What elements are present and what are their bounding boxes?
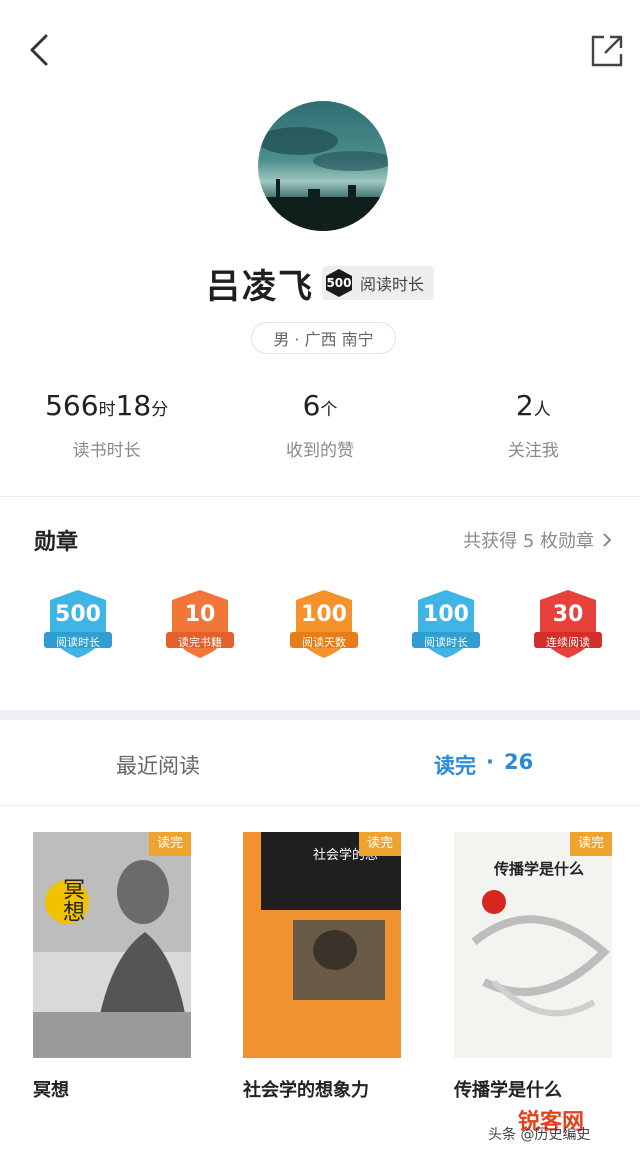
medal-label: 阅读时长 [424,636,468,649]
finished-tag: 读完 [359,832,401,856]
avatar-image [258,101,388,231]
book-card[interactable]: 冥想 读完 冥想 [33,832,191,1102]
stat-label: 收到的赞 [285,441,354,461]
user-name: 吕凌飞 [205,266,314,307]
medal-badge[interactable]: 500 阅读时长 [40,586,116,662]
location-pill: 男 · 广西 南宁 [251,322,396,354]
top-bar [0,0,640,100]
tab-finished-count: 26 [503,750,534,774]
tab-recent-reading[interactable]: 最近阅读 [116,750,200,780]
level-label: 阅读时长 [359,275,424,294]
watermark-text: 头条 @历史编史 [488,1127,591,1143]
back-button[interactable] [22,30,62,70]
chevron-right-icon [603,533,612,547]
book-title: 社会学的想象力 [243,1080,369,1101]
cover-text: 传播学是什么 [494,860,585,878]
finished-tag: 读完 [570,832,612,856]
book-cover: 传播学是什么 读完 [454,832,612,1058]
stat-label: 关注我 [507,441,559,461]
stat-likes[interactable]: 6个 收到的赞 [213,386,426,466]
book-title: 冥想 [33,1080,69,1101]
reading-tabs: 最近阅读 读完 · 26 [0,720,640,806]
medal-badge[interactable]: 10 读完书籍 [162,586,238,662]
medal-label: 阅读天数 [302,636,346,649]
divider [0,496,640,497]
book-title: 传播学是什么 [454,1080,562,1101]
stat-value: 566时18分 [45,389,169,422]
divider [0,805,640,806]
medal-badge[interactable]: 100 阅读天数 [286,586,362,662]
share-button[interactable] [586,30,626,70]
medals-summary: 共获得 5 枚勋章 [463,531,594,552]
watermark: 锐客网 头条 @历史编史 [488,1109,640,1148]
cover-text: 冥想 [59,878,84,922]
book-card[interactable]: 社会学的想 读完 社会学的想象力 [243,832,401,1102]
medal-badge[interactable]: 100 阅读时长 [408,586,484,662]
medal-number: 500 [55,602,101,627]
stat-label: 读书时长 [72,441,141,461]
medal-number: 30 [552,602,584,627]
chevron-left-icon [30,34,48,66]
level-number: 500 [326,276,352,290]
tab-dot: · [486,750,494,774]
name-row: 吕凌飞 500 阅读时长 [0,258,640,308]
medal-label: 读完书籍 [178,636,222,649]
book-cover: 社会学的想 读完 [243,832,401,1058]
stats-row: 566时18分 读书时长 6个 收到的赞 2人 关注我 [0,386,640,466]
share-external-icon [591,35,623,67]
stat-followers[interactable]: 2人 关注我 [427,386,640,466]
medal-label: 连续阅读 [546,636,590,649]
section-divider [0,710,640,720]
stat-value: 6个 [302,389,338,422]
book-cover: 冥想 读完 [33,832,191,1058]
tab-finished-label: 读完 [434,754,476,778]
stat-reading-time[interactable]: 566时18分 读书时长 [0,386,213,466]
finished-tag: 读完 [149,832,191,856]
book-card[interactable]: 传播学是什么 读完 传播学是什么 [454,832,612,1102]
medal-number: 100 [423,602,469,627]
medal-badge[interactable]: 30 连续阅读 [530,586,606,662]
level-badge[interactable]: 500 阅读时长 [321,266,434,300]
avatar[interactable] [258,101,388,231]
medal-number: 100 [301,602,347,627]
medal-number: 10 [184,602,216,627]
tab-finished[interactable]: 读完 · 26 [434,750,533,780]
medals-title: 勋章 [34,530,79,555]
medals-more-link[interactable]: 共获得 5 枚勋章 [463,527,612,553]
level-hexagon-icon: 500 [324,268,354,298]
medal-label: 阅读时长 [56,636,100,649]
stat-value: 2人 [515,389,551,422]
